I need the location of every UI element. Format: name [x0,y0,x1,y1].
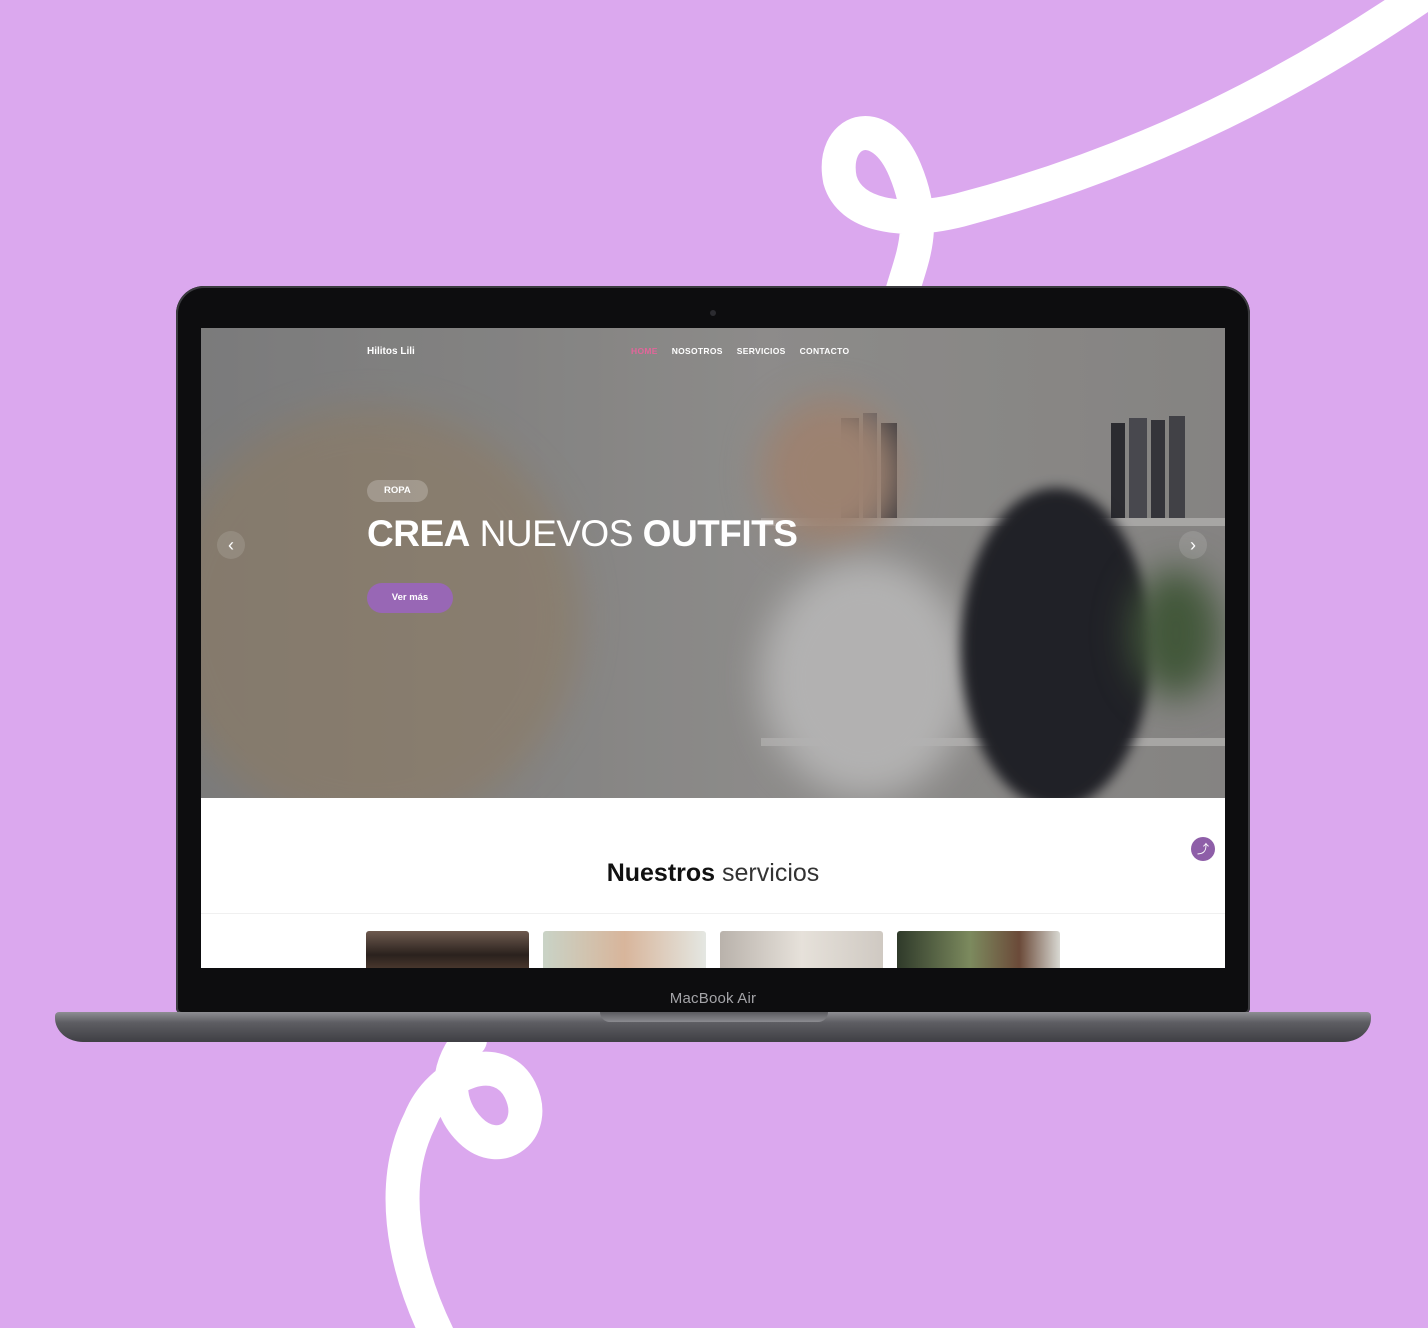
service-card[interactable] [897,931,1060,968]
hero-banner: Hilitos Lili HOME NOSOTROS SERVICIOS CON… [201,328,1225,798]
headline-word: OUTFITS [642,513,798,554]
main-nav: HOME NOSOTROS SERVICIOS CONTACTO [631,346,849,356]
laptop-notch [600,1012,828,1022]
device-label: MacBook Air [669,990,757,1007]
nav-home[interactable]: HOME [631,346,658,356]
services-title-strong: Nuestros [606,859,716,887]
service-card[interactable] [366,931,529,968]
headline-word: CREA [367,513,470,554]
nav-contacto[interactable]: CONTACTO [800,346,850,356]
webcam [710,310,716,316]
carousel-next-icon[interactable]: › [1179,531,1207,559]
nav-nosotros[interactable]: NOSOTROS [672,346,723,356]
category-badge: ROPA [367,480,428,502]
carousel-prev-icon[interactable]: ‹ [217,531,245,559]
service-card[interactable] [720,931,883,968]
ver-mas-button[interactable]: Ver más [367,583,453,613]
divider [201,913,1225,914]
services-title-light: servicios [722,859,820,887]
browser-screen: Hilitos Lili HOME NOSOTROS SERVICIOS CON… [201,328,1225,968]
service-card[interactable] [543,931,706,968]
scroll-top-icon[interactable]: ⤴ [1191,837,1215,861]
hero-overlay [201,328,1225,798]
hero-headline: CREA NUEVOS OUTFITS [367,512,798,556]
headline-word: NUEVOS [479,513,634,554]
site-logo[interactable]: Hilitos Lili [367,346,415,357]
services-cards [366,931,1060,968]
services-title: Nuestros servicios [201,859,1225,888]
nav-servicios[interactable]: SERVICIOS [737,346,786,356]
